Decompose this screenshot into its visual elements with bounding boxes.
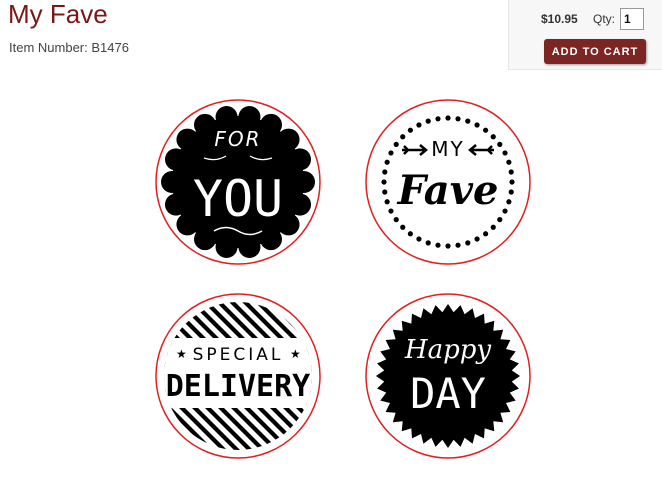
my-fave-sticker-image: MY Fave xyxy=(365,99,531,265)
add-to-cart-button[interactable]: ADD TO CART xyxy=(544,39,646,64)
sticker-for-you[interactable]: FOR YOU xyxy=(154,98,322,266)
star-icon: ★ xyxy=(176,347,187,361)
sticker-text: SPECIAL xyxy=(193,345,284,365)
page-title: My Fave xyxy=(8,0,108,29)
item-number: Item Number: B1476 xyxy=(9,40,129,55)
quantity-input[interactable] xyxy=(620,8,644,30)
sticker-text: YOU xyxy=(193,170,283,228)
sticker-text: Happy xyxy=(404,335,491,365)
sticker-text: DELIVERY xyxy=(166,369,311,404)
for-you-sticker-image: FOR YOU xyxy=(155,99,321,265)
sticker-text: FOR xyxy=(214,127,261,151)
sticker-happy-day[interactable]: Happy DAY xyxy=(364,292,532,460)
sticker-text: MY xyxy=(431,137,464,161)
special-delivery-sticker-image: SPECIAL ★ ★ DELIVERY xyxy=(155,293,321,459)
sticker-special-delivery[interactable]: SPECIAL ★ ★ DELIVERY xyxy=(154,292,322,460)
purchase-box: $10.95 Qty: ADD TO CART xyxy=(508,0,662,70)
price: $10.95 xyxy=(541,12,578,26)
sticker-text: DAY xyxy=(410,369,486,418)
happy-day-sticker-image: Happy DAY xyxy=(365,293,531,459)
sticker-text: Fave xyxy=(397,167,499,214)
product-page: My Fave Item Number: B1476 $10.95 Qty: A… xyxy=(0,0,662,488)
star-icon: ★ xyxy=(290,347,301,361)
sticker-my-fave[interactable]: MY Fave xyxy=(364,98,532,266)
qty-label: Qty: xyxy=(593,12,616,26)
